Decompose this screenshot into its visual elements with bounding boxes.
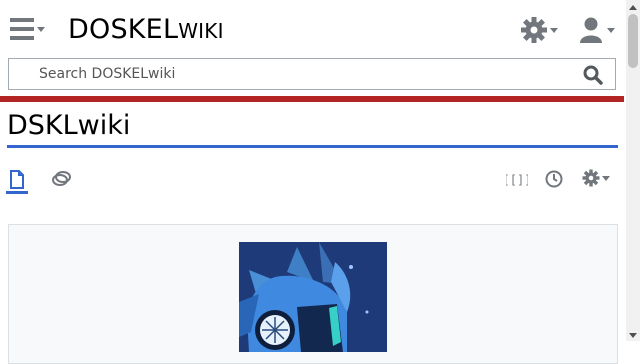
talk-icon[interactable] — [50, 168, 74, 190]
scroll-up-arrow-icon[interactable] — [626, 0, 640, 14]
tools-gear-icon[interactable] — [580, 167, 614, 189]
title-underline — [7, 145, 618, 148]
hamburger-menu-icon[interactable] — [8, 16, 48, 44]
user-icon[interactable] — [576, 14, 618, 46]
site-title-main: DOSKEL — [68, 14, 179, 45]
search-box — [8, 58, 616, 90]
header-divider — [0, 96, 624, 102]
languages-label: [[]] — [506, 173, 528, 187]
clock-icon[interactable] — [543, 168, 565, 190]
scrollbar-thumb[interactable] — [628, 14, 638, 68]
page-icon[interactable] — [6, 168, 28, 192]
language-brackets-icon[interactable]: [[]] — [503, 168, 532, 190]
search-input[interactable] — [10, 60, 579, 88]
search-icon[interactable] — [583, 65, 605, 85]
site-title-small: WIKI — [178, 19, 224, 43]
scroll-down-arrow-icon[interactable] — [626, 327, 640, 341]
page-title: DSKLwiki — [7, 110, 131, 141]
active-tab-indicator — [6, 191, 28, 194]
character-art-image[interactable] — [239, 242, 387, 352]
site-title[interactable]: DOSKELWIKI — [68, 14, 224, 45]
settings-gear-icon[interactable] — [520, 14, 560, 46]
